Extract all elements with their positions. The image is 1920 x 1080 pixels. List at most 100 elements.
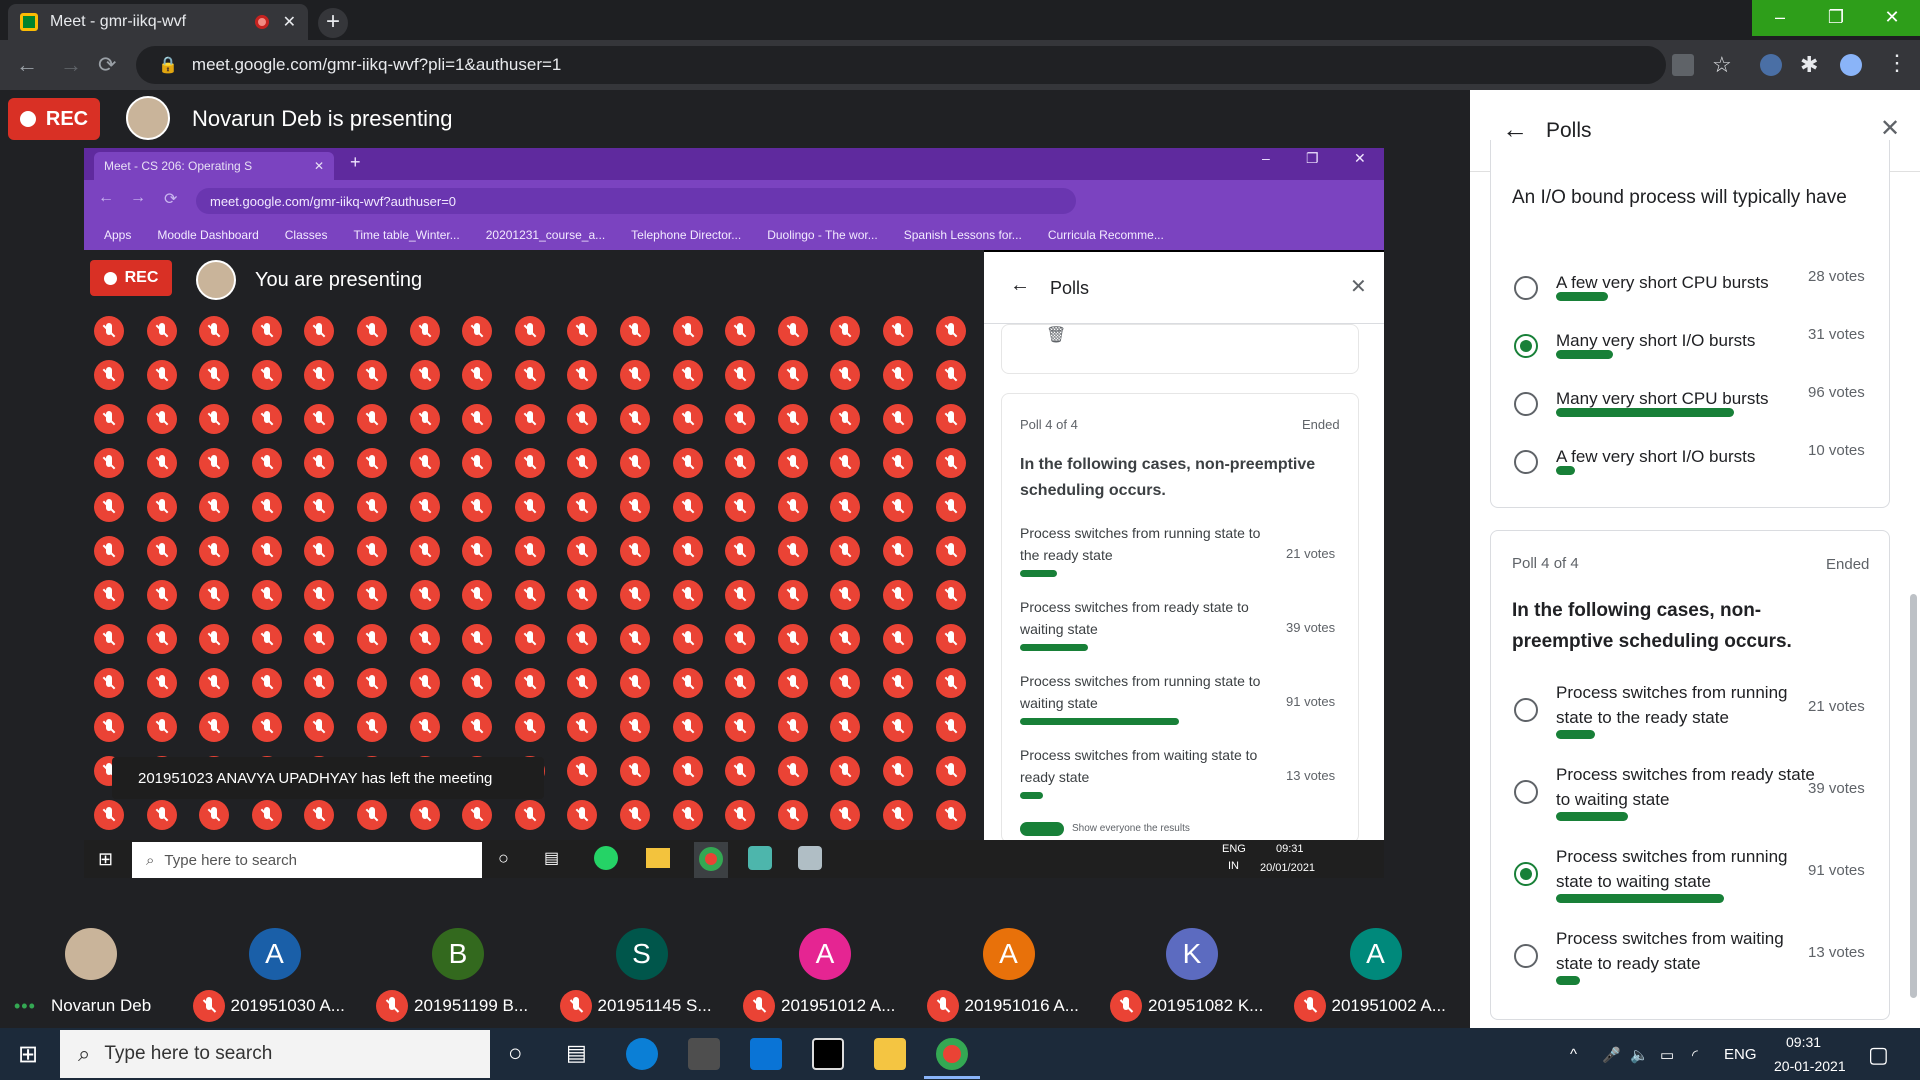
shared-search-placeholder: Type here to search xyxy=(164,851,297,869)
polls-scrollbar[interactable] xyxy=(1910,594,1917,998)
volume-icon[interactable]: 🔈 xyxy=(1630,1046,1649,1064)
edge-icon[interactable] xyxy=(626,1038,658,1070)
poll-option-label[interactable]: Process switches from ready state to wai… xyxy=(1556,762,1816,812)
poll-option-radio[interactable] xyxy=(1514,944,1538,968)
mic-off-icon xyxy=(567,316,598,346)
left-meeting-toast: 201951023 ANAVYA UPADHYAY has left the m… xyxy=(112,757,544,799)
participant-avatar[interactable]: K xyxy=(1166,928,1218,980)
mic-off-icon xyxy=(251,448,282,478)
poll-option-radio[interactable] xyxy=(1514,334,1538,358)
polls-close-icon[interactable]: ✕ xyxy=(1880,114,1900,143)
mic-off-icon xyxy=(935,536,966,566)
tray-chevron-icon[interactable]: ^ xyxy=(1570,1046,1577,1063)
mic-off-icon xyxy=(777,404,808,434)
mic-off-icon xyxy=(357,624,387,654)
mic-off-icon xyxy=(94,800,124,830)
mic-off-icon xyxy=(304,316,335,346)
notion-icon[interactable] xyxy=(812,1038,844,1070)
poll-option-label[interactable]: Process switches from running state to t… xyxy=(1556,680,1816,730)
language-indicator[interactable]: ENG xyxy=(1724,1046,1757,1063)
shared-app-icon xyxy=(798,846,822,870)
mic-off-icon xyxy=(462,800,493,830)
mic-off-icon xyxy=(251,316,282,346)
mic-off-icon xyxy=(567,756,598,786)
clock-time[interactable]: 09:31 xyxy=(1786,1034,1821,1050)
taskbar-search[interactable]: ⌕ Type here to search xyxy=(60,1030,490,1078)
back-icon[interactable]: ← xyxy=(16,52,38,78)
participant-avatar[interactable]: S xyxy=(615,928,668,980)
mic-off-icon xyxy=(883,580,913,610)
mic-off-icon xyxy=(304,712,335,742)
file-explorer-icon[interactable] xyxy=(874,1038,906,1070)
mic-off-icon xyxy=(777,624,808,654)
mic-off-icon xyxy=(462,624,493,654)
poll-option-label[interactable]: Process switches from waiting state to r… xyxy=(1556,926,1816,976)
poll-option-votes: 28 votes xyxy=(1808,268,1865,285)
shared-close-icon: ✕ xyxy=(1354,150,1366,166)
poll-option-label[interactable]: Process switches from running state to w… xyxy=(1556,844,1816,894)
forward-icon[interactable]: → xyxy=(60,52,82,78)
shared-lang: ENG xyxy=(1222,843,1246,855)
close-window-button[interactable]: ✕ xyxy=(1864,0,1920,36)
store-icon[interactable] xyxy=(688,1038,720,1070)
chrome-icon[interactable] xyxy=(936,1038,968,1070)
browser-tab[interactable]: Meet - gmr-iikq-wvf ✕ xyxy=(8,4,308,40)
notification-center-icon[interactable]: ▢ xyxy=(1868,1042,1889,1068)
extension-icon[interactable] xyxy=(1760,54,1782,76)
mail-icon[interactable] xyxy=(750,1038,782,1070)
participant-avatar[interactable]: A xyxy=(799,928,851,980)
poll-option-radio[interactable] xyxy=(1514,276,1538,300)
poll-option-radio[interactable] xyxy=(1514,862,1538,886)
mic-off-icon xyxy=(830,404,861,434)
shared-windows-start-icon: ⊞ xyxy=(98,849,114,869)
wifi-icon[interactable]: ◜ xyxy=(1692,1046,1698,1064)
mic-off-icon xyxy=(725,536,756,566)
mic-off-icon xyxy=(567,492,598,522)
clock-date[interactable]: 20-01-2021 xyxy=(1774,1058,1846,1074)
new-tab-button[interactable]: + xyxy=(318,8,348,38)
mic-off-icon xyxy=(462,404,493,434)
mic-off-icon xyxy=(304,580,335,610)
url-bar[interactable]: 🔒 meet.google.com/gmr-iikq-wvf?pli=1&aut… xyxy=(136,46,1666,84)
poll-option-radio[interactable] xyxy=(1514,450,1538,474)
mic-off-icon xyxy=(935,712,966,742)
mic-off-icon xyxy=(409,492,440,522)
browser-menu-icon[interactable]: ⋮ xyxy=(1886,50,1908,76)
mic-off-icon xyxy=(251,360,282,390)
mic-off-icon xyxy=(94,492,124,522)
shared-poll-option: Process switches from ready state to wai… xyxy=(1020,599,1249,637)
poll-option-label[interactable]: A few very short I/O bursts xyxy=(1556,444,1816,469)
shared-cortana-icon: ○ xyxy=(498,848,509,868)
participant-avatar[interactable]: A xyxy=(1349,928,1402,980)
participant-avatar[interactable]: B xyxy=(432,928,484,980)
task-view-icon[interactable]: ▤ xyxy=(566,1040,587,1066)
minimize-button[interactable]: – xyxy=(1752,0,1808,36)
participant-mic-off-icon xyxy=(926,990,959,1022)
cortana-icon[interactable]: ○ xyxy=(508,1040,523,1068)
mic-off-icon xyxy=(146,316,177,346)
poll-option-radio[interactable] xyxy=(1514,698,1538,722)
recording-indicator-icon xyxy=(254,15,269,29)
participant-avatar[interactable]: A xyxy=(248,928,301,980)
profile-avatar[interactable] xyxy=(1840,54,1862,76)
microphone-icon[interactable]: 🎤 xyxy=(1602,1046,1621,1064)
bookmark-item: Time table_Winter... xyxy=(353,228,460,242)
mic-off-icon xyxy=(777,756,808,786)
tab-close-icon[interactable]: ✕ xyxy=(283,12,296,32)
participant-name: 201951002 A... xyxy=(1331,996,1446,1015)
poll-option-radio[interactable] xyxy=(1514,780,1538,804)
mic-off-icon xyxy=(304,448,335,478)
windows-start-icon[interactable]: ⊞ xyxy=(18,1040,38,1069)
bookmark-star-icon[interactable]: ☆ xyxy=(1712,52,1732,78)
mic-off-icon xyxy=(304,624,335,654)
participant-avatar[interactable] xyxy=(65,928,117,980)
maximize-button[interactable]: ❐ xyxy=(1808,0,1864,36)
camera-icon[interactable] xyxy=(1672,54,1694,76)
extensions-puzzle-icon[interactable]: ✱ xyxy=(1800,52,1818,78)
reload-icon[interactable]: ⟳ xyxy=(98,52,116,78)
poll-option-radio[interactable] xyxy=(1514,392,1538,416)
mic-off-icon xyxy=(462,668,493,698)
battery-icon[interactable]: ▭ xyxy=(1660,1046,1674,1064)
participant-avatar[interactable]: A xyxy=(982,928,1035,980)
poll-vote-bar xyxy=(1556,730,1595,739)
